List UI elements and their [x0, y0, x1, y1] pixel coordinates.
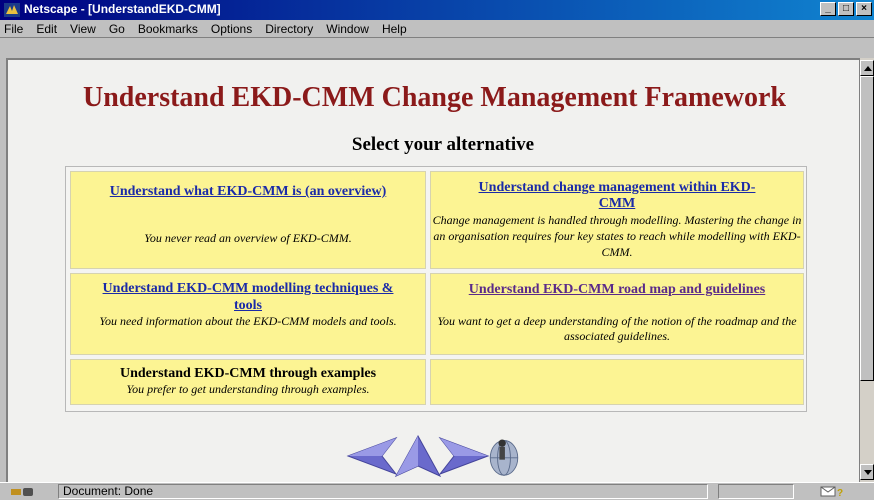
up-arrow-icon[interactable]: [392, 434, 444, 478]
status-text: Document: Done: [58, 484, 708, 499]
menu-edit[interactable]: Edit: [36, 22, 57, 36]
option-cell-overview: Understand what EKD-CMM is (an overview)…: [70, 171, 426, 269]
svg-text:?: ?: [837, 488, 843, 498]
menu-bar: File Edit View Go Bookmarks Options Dire…: [0, 20, 874, 38]
page-title: Understand EKD-CMM Change Management Fra…: [82, 82, 787, 113]
option-cell-change-management: Understand change management within EKD-…: [430, 171, 804, 269]
roadmap-link[interactable]: Understand EKD-CMM road map and guidelin…: [431, 282, 803, 298]
window-title-bar[interactable]: Netscape - [UnderstandEKD-CMM] _ □ ×: [0, 0, 874, 20]
options-table: Understand what EKD-CMM is (an overview)…: [65, 166, 807, 412]
menu-bookmarks[interactable]: Bookmarks: [138, 22, 198, 36]
menu-directory[interactable]: Directory: [265, 22, 313, 36]
roadmap-description: You want to get a deep understanding of …: [437, 314, 797, 343]
page-subtitle: Select your alternative: [351, 134, 535, 155]
modelling-description: You need information about the EKD-CMM m…: [99, 314, 397, 328]
menu-options[interactable]: Options: [211, 22, 252, 36]
overview-description: You never read an overview of EKD-CMM.: [144, 231, 352, 245]
option-cell-examples: Understand EKD-CMM through examples You …: [70, 359, 426, 405]
option-cell-roadmap: Understand EKD-CMM road map and guidelin…: [430, 273, 804, 355]
netscape-icon: [4, 3, 20, 17]
security-key-icon[interactable]: [10, 486, 36, 498]
page-viewport: Understand EKD-CMM Change Management Fra…: [6, 58, 859, 482]
progress-indicator: [718, 484, 794, 499]
forward-arrow-icon[interactable]: [438, 434, 490, 478]
scroll-thumb[interactable]: [860, 76, 874, 381]
menu-help[interactable]: Help: [382, 22, 407, 36]
change-management-description: Change management is handled through mod…: [432, 213, 802, 259]
close-button[interactable]: ×: [856, 2, 872, 16]
back-arrow-icon[interactable]: [346, 434, 398, 478]
window-title: Netscape - [UnderstandEKD-CMM]: [24, 2, 221, 16]
navigation-bar: [346, 434, 526, 482]
menu-go[interactable]: Go: [109, 22, 125, 36]
status-bar: Document: Done ?: [0, 482, 874, 500]
empty-cell: [430, 359, 804, 405]
examples-description: You prefer to get understanding through …: [126, 382, 370, 396]
scroll-up-button[interactable]: [860, 60, 874, 76]
window-controls: _ □ ×: [820, 2, 872, 16]
menu-window[interactable]: Window: [326, 22, 369, 36]
modelling-link[interactable]: Understand EKD-CMM modelling techniques …: [87, 280, 409, 314]
mail-icon[interactable]: ?: [820, 485, 846, 498]
scroll-down-button[interactable]: [860, 464, 874, 480]
option-cell-modelling: Understand EKD-CMM modelling techniques …: [70, 273, 426, 355]
globe-help-icon[interactable]: [484, 434, 524, 478]
overview-link[interactable]: Understand what EKD-CMM is (an overview): [71, 184, 425, 200]
change-management-link[interactable]: Understand change management within EKD-…: [471, 180, 763, 212]
menu-view[interactable]: View: [70, 22, 96, 36]
vertical-scrollbar[interactable]: [859, 58, 874, 482]
menu-file[interactable]: File: [4, 22, 23, 36]
maximize-button[interactable]: □: [838, 2, 854, 16]
minimize-button[interactable]: _: [820, 2, 836, 16]
examples-heading: Understand EKD-CMM through examples: [119, 366, 377, 381]
